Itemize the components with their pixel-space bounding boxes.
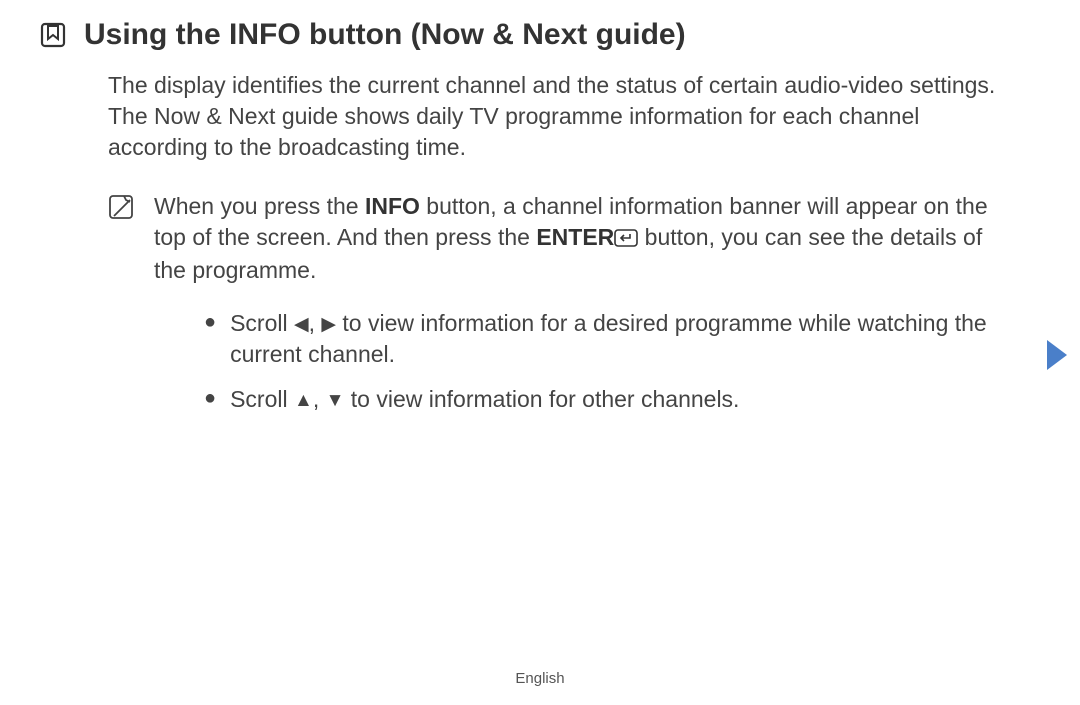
left-arrow-icon: ◀ [294,314,309,335]
heading-row: Using the INFO button (Now & Next guide) [40,18,1040,52]
bullet-dot-icon: ● [204,308,216,336]
bullet-1-text: Scroll ◀, ▶ to view information for a de… [230,308,1000,370]
intro-p1: The display identifies the current chann… [108,70,1020,101]
enter-return-icon [614,224,638,255]
bullet-item-2: ● Scroll ▲, ▼ to view information for ot… [204,384,1000,415]
intro-p2: The Now & Next guide shows daily TV prog… [108,101,1020,163]
note-bold-enter: ENTER [536,224,614,250]
b1-post: to view information for a desired progra… [230,310,987,367]
note-text: When you press the INFO button, a channe… [154,191,1010,286]
bullet-dot-icon: ● [204,384,216,412]
next-triangle-icon [1047,340,1067,370]
b1-pre: Scroll [230,310,294,336]
b2-pre: Scroll [230,386,294,412]
note-block: When you press the INFO button, a channe… [108,191,1010,286]
bullet-list: ● Scroll ◀, ▶ to view information for a … [204,308,1000,415]
note-icon [108,194,134,220]
next-page-button[interactable] [1042,335,1072,375]
bookmark-icon [40,22,66,48]
down-arrow-icon: ▼ [326,390,345,411]
b2-post: to view information for other channels. [344,386,739,412]
bullet-item-1: ● Scroll ◀, ▶ to view information for a … [204,308,1000,370]
up-arrow-icon: ▲ [294,390,313,411]
b2-sep: , [313,386,326,412]
note-pre1: When you press the [154,193,365,219]
bullet-2-text: Scroll ▲, ▼ to view information for othe… [230,384,739,415]
right-arrow-icon: ▶ [321,314,336,335]
page-title: Using the INFO button (Now & Next guide) [84,18,686,52]
footer-language: English [0,670,1080,687]
b1-sep: , [309,310,322,336]
intro-paragraphs: The display identifies the current chann… [108,70,1020,163]
note-bold-info: INFO [365,193,420,219]
